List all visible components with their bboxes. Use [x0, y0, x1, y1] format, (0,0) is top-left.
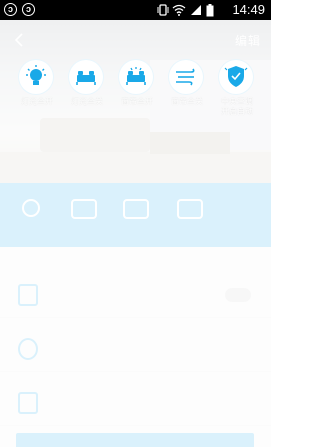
status-time: 14:49: [232, 2, 265, 17]
scene-button[interactable]: [119, 60, 153, 94]
scene-label: 中央空调 开启自动: [208, 97, 266, 117]
scene-button[interactable]: [69, 60, 103, 94]
curtain-open-icon: [126, 67, 146, 85]
bed-light-off-icon: [76, 71, 96, 85]
scene-label-line2: 开启自动: [221, 107, 253, 116]
curtain-close-icon: [176, 68, 195, 86]
status-right-icons: 14:49: [151, 0, 271, 20]
edit-button[interactable]: 编辑: [235, 32, 261, 49]
wifi-icon: [172, 4, 186, 16]
vibrate-icon: [157, 4, 169, 16]
scene-button[interactable]: [169, 60, 203, 94]
bulb-on-icon: [26, 65, 46, 85]
battery-icon: [206, 4, 214, 17]
ac-shield-icon: [224, 66, 248, 87]
scene-button[interactable]: [219, 60, 253, 94]
chevron-left-icon: [14, 33, 23, 47]
circle-notification-icon: ↄ: [22, 3, 35, 16]
back-button[interactable]: [10, 30, 30, 50]
status-bar: ↄ ↄ 14:49: [0, 0, 271, 20]
cellular-signal-icon: [191, 5, 201, 15]
scene-button[interactable]: [19, 60, 53, 94]
scene-label-line1: 中央空调: [221, 97, 253, 106]
circle-notification-icon: ↄ: [4, 3, 17, 16]
